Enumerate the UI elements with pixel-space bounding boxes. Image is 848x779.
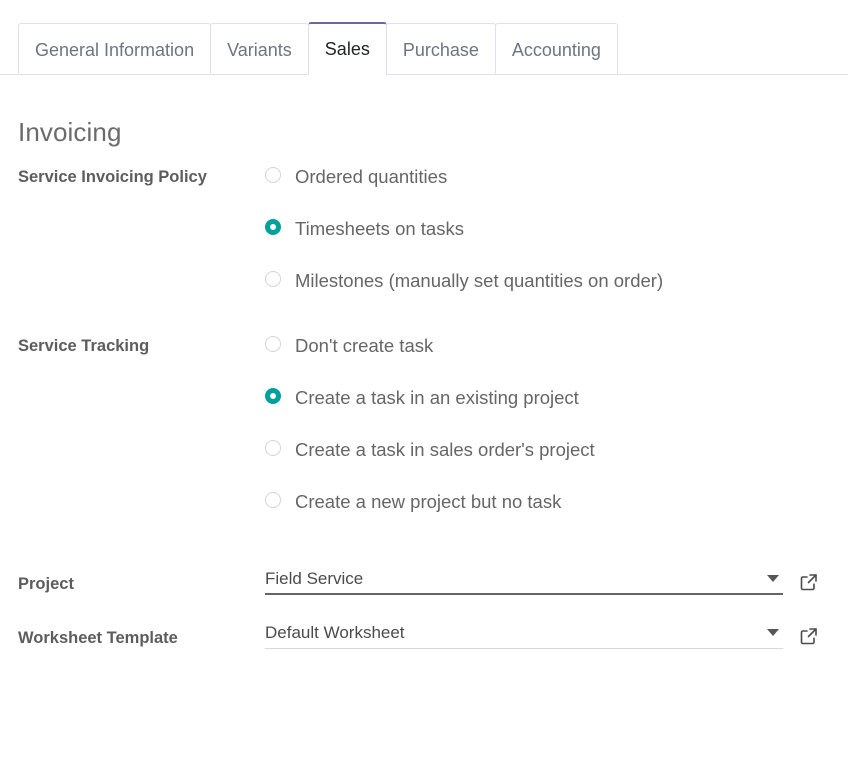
radio-option-milestones[interactable]: Milestones (manually set quantities on o…	[265, 266, 848, 296]
radio-option-label: Create a new project but no task	[295, 490, 562, 512]
radio-button-icon[interactable]	[265, 270, 281, 287]
radio-option-dont-create-task[interactable]: Don't create task	[265, 331, 848, 361]
tab-label: Accounting	[511, 40, 601, 60]
field-worksheet-template: Worksheet Template Default Worksheet	[18, 623, 848, 655]
tab-purchase[interactable]: Purchase	[385, 23, 496, 75]
project-dropdown[interactable]: Field Service	[265, 569, 783, 595]
radio-button-icon[interactable]	[265, 335, 281, 352]
radio-option-ordered-quantities[interactable]: Ordered quantities	[265, 162, 848, 192]
tab-sales[interactable]: Sales	[307, 22, 387, 75]
worksheet-template-dropdown[interactable]: Default Worksheet	[265, 623, 783, 649]
radio-option-label: Timesheets on tasks	[295, 217, 464, 239]
page-title: Invoicing	[18, 117, 122, 147]
radio-option-create-new-project-no-task[interactable]: Create a new project but no task	[265, 487, 848, 517]
tab-label: Purchase	[402, 40, 479, 60]
label-service-tracking: Service Tracking	[18, 336, 150, 355]
tab-variants[interactable]: Variants	[210, 23, 309, 75]
tab-accounting[interactable]: Accounting	[494, 23, 618, 75]
external-link-icon[interactable]	[799, 626, 819, 646]
radio-button-icon[interactable]	[265, 439, 281, 456]
field-project: Project Field Service	[18, 569, 848, 601]
radio-group-service-invoicing-policy: Ordered quantities Timesheets on tasks M…	[265, 162, 848, 296]
radio-group-service-tracking: Don't create task Create a task in an ex…	[265, 331, 848, 517]
radio-option-create-task-sales-order-project[interactable]: Create a task in sales order's project	[265, 435, 848, 465]
radio-button-icon[interactable]	[265, 491, 281, 508]
radio-option-label: Create a task in an existing project	[295, 386, 579, 408]
chevron-down-icon[interactable]	[767, 575, 779, 583]
radio-option-label: Ordered quantities	[295, 166, 448, 187]
field-service-tracking: Service Tracking Don't create task Creat…	[18, 331, 848, 517]
project-input[interactable]: Field Service	[265, 569, 759, 589]
tab-label: Variants	[227, 40, 292, 60]
sales-tab-panel: Invoicing Service Invoicing Policy Order…	[0, 117, 848, 655]
radio-button-icon[interactable]	[265, 167, 281, 183]
radio-option-label: Create a task in sales order's project	[295, 438, 595, 460]
label-project: Project	[18, 574, 74, 593]
tab-general-information[interactable]: General Information	[18, 23, 212, 75]
label-worksheet-template: Worksheet Template	[18, 628, 178, 647]
radio-option-create-task-existing-project[interactable]: Create a task in an existing project	[265, 383, 848, 413]
radio-option-label: Don't create task	[295, 334, 434, 356]
external-link-icon[interactable]	[799, 572, 819, 592]
radio-button-selected-icon[interactable]	[265, 387, 281, 404]
tab-label: General Information	[35, 40, 195, 60]
field-service-invoicing-policy: Service Invoicing Policy Ordered quantit…	[18, 162, 848, 296]
notebook-tabs: General Information Variants Sales Purch…	[0, 0, 848, 75]
radio-button-selected-icon[interactable]	[265, 218, 281, 235]
radio-option-label: Milestones (manually set quantities on o…	[295, 269, 664, 291]
tab-label: Sales	[324, 39, 370, 59]
worksheet-template-input[interactable]: Default Worksheet	[265, 623, 759, 643]
radio-option-timesheets-on-tasks[interactable]: Timesheets on tasks	[265, 214, 848, 244]
chevron-down-icon[interactable]	[767, 629, 779, 637]
label-service-invoicing-policy: Service Invoicing Policy	[18, 168, 207, 186]
